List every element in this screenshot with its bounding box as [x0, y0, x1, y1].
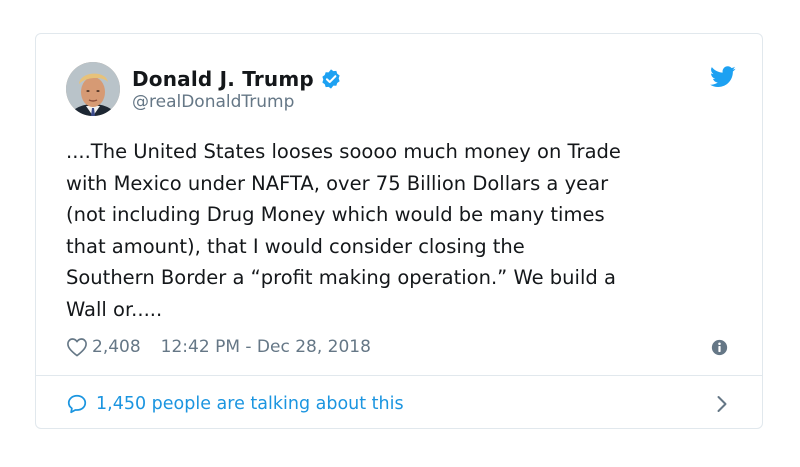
tweet-meta: 2,408 12:42 PM - Dec 28, 2018 — [66, 334, 732, 360]
tweet-card[interactable]: Donald J. Trump @realDonaldTrump ....The… — [35, 33, 763, 429]
conversation-link[interactable]: 1,450 people are talking about this — [66, 390, 736, 418]
chevron-right-icon[interactable] — [716, 395, 728, 413]
user-handle[interactable]: @realDonaldTrump — [132, 92, 342, 112]
divider — [36, 375, 762, 376]
info-icon[interactable] — [711, 339, 728, 356]
like-count[interactable]: 2,408 — [92, 337, 141, 357]
tweet-header: Donald J. Trump @realDonaldTrump — [66, 62, 736, 122]
avatar[interactable] — [66, 62, 120, 116]
verified-badge-icon — [322, 69, 340, 89]
conversation-label[interactable]: 1,450 people are talking about this — [96, 394, 404, 414]
heart-icon[interactable] — [66, 337, 88, 357]
display-name[interactable]: Donald J. Trump — [132, 67, 314, 91]
author-names: Donald J. Trump @realDonaldTrump — [132, 66, 342, 112]
display-name-row: Donald J. Trump — [132, 66, 342, 92]
speech-bubble-icon — [67, 394, 87, 414]
twitter-bird-icon[interactable] — [710, 66, 736, 88]
timestamp[interactable]: 12:42 PM - Dec 28, 2018 — [161, 337, 371, 357]
tweet-text: ....The United States looses soooo much … — [66, 140, 621, 321]
